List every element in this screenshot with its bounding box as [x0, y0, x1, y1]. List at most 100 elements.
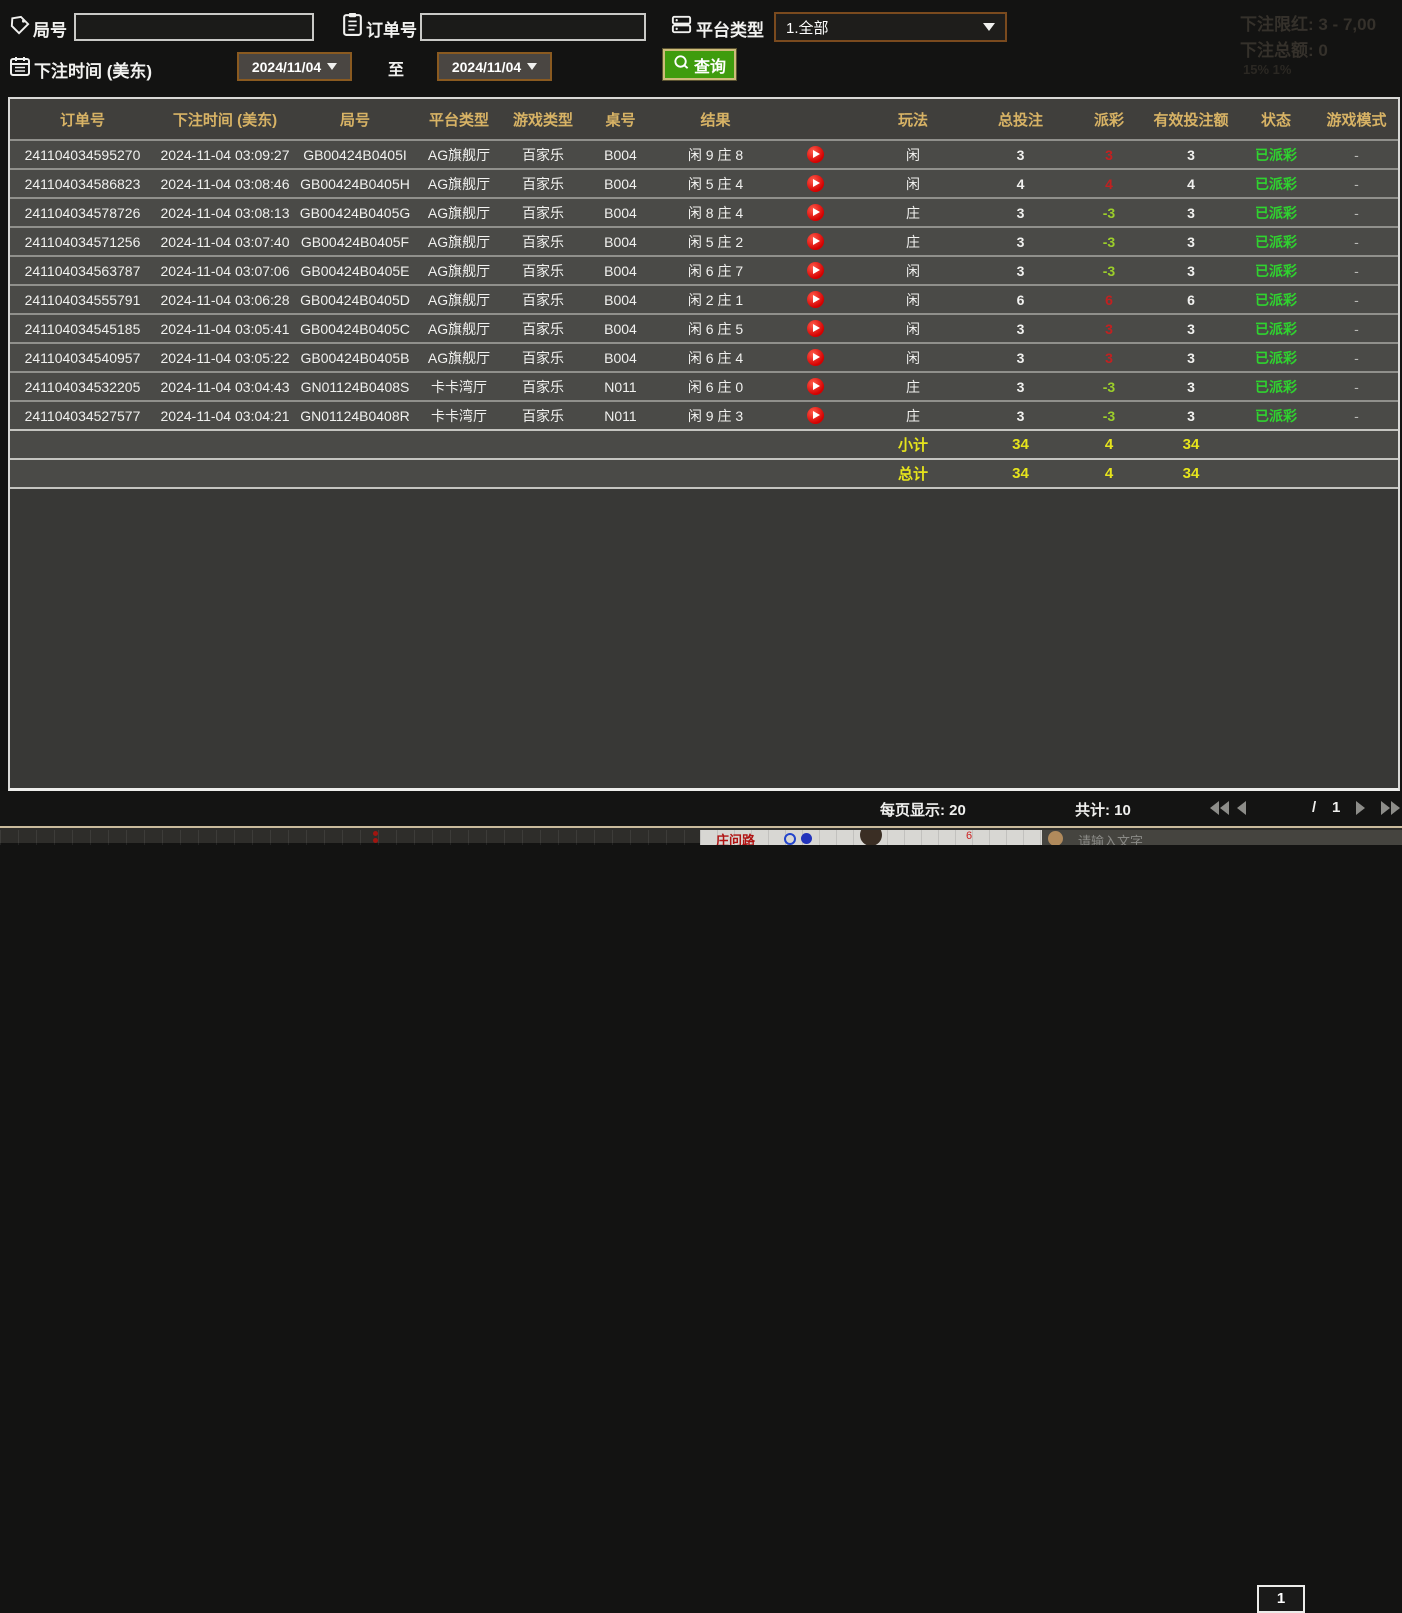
cell-valid-bet: 3 [1145, 314, 1237, 343]
subtotal-row: 小计34434 [10, 430, 1398, 459]
play-replay-icon[interactable] [807, 320, 824, 337]
cell-payout: -3 [1073, 372, 1145, 401]
play-replay-icon[interactable] [807, 407, 824, 424]
cell-replay [773, 343, 858, 372]
play-replay-icon[interactable] [807, 175, 824, 192]
column-header: 桌号 [583, 99, 658, 140]
column-header: 玩法 [858, 99, 968, 140]
play-replay-icon[interactable] [807, 349, 824, 366]
cell-table-no: N011 [583, 372, 658, 401]
road-number: 6 [966, 830, 972, 842]
cell-game-type: 百家乐 [503, 256, 583, 285]
play-replay-icon[interactable] [807, 291, 824, 308]
platform-type-label: 平台类型 [696, 16, 764, 41]
cell-platform: AG旗舰厅 [415, 227, 503, 256]
cell-game-type: 百家乐 [503, 314, 583, 343]
first-page-button[interactable] [1210, 801, 1229, 815]
cell-game-mode: - [1315, 343, 1398, 372]
pagination-bar: 每页显示: 20 共计: 10 1 / 1 [0, 791, 1402, 826]
query-button[interactable]: 查询 [663, 49, 736, 80]
play-replay-icon[interactable] [807, 204, 824, 221]
play-replay-icon[interactable] [807, 233, 824, 250]
cell-platform: 卡卡湾厅 [415, 372, 503, 401]
filter-bar: 局号 订单号 平台类型 1.全部 下注时间 (美东) 2024/11/04 至 … [0, 0, 1402, 92]
cell-total-bet: 3 [968, 372, 1073, 401]
cell-bet-type: 闲 [858, 256, 968, 285]
cell-platform: AG旗舰厅 [415, 140, 503, 169]
cell-bet-time: 2024-11-04 03:08:13 [155, 198, 295, 227]
cell-bet-time: 2024-11-04 03:07:06 [155, 256, 295, 285]
filled-circle-icon [801, 833, 812, 844]
cell-replay [773, 256, 858, 285]
cell-replay [773, 140, 858, 169]
cell-bet-time: 2024-11-04 03:07:40 [155, 227, 295, 256]
last-page-icon [1381, 801, 1390, 815]
platform-type-select[interactable]: 1.全部 [774, 12, 1007, 42]
platform-icon [670, 13, 693, 41]
cell-status: 已派彩 [1237, 314, 1315, 343]
current-page-input[interactable]: 1 [1257, 1585, 1305, 1613]
cell-replay [773, 372, 858, 401]
cell-result: 闲 6 庄 4 [658, 343, 773, 372]
table-header-row: 订单号下注时间 (美东)局号平台类型游戏类型桌号结果玩法总投注派彩有效投注额状态… [10, 99, 1398, 140]
play-replay-icon[interactable] [807, 262, 824, 279]
round-no-label: 局号 [33, 16, 67, 41]
play-replay-icon[interactable] [807, 378, 824, 395]
cell-payout: -3 [1073, 227, 1145, 256]
table-row: 2411040345637872024-11-04 03:07:06GB0042… [10, 256, 1398, 285]
chevron-down-icon [527, 63, 537, 70]
cell-game-mode: - [1315, 372, 1398, 401]
cell-platform: AG旗舰厅 [415, 169, 503, 198]
cell-round-no: GN01124B0408R [295, 401, 415, 430]
underlay-strip: 庄问路 6 请输入文字 [0, 826, 1402, 843]
bet-records-table: 订单号下注时间 (美东)局号平台类型游戏类型桌号结果玩法总投注派彩有效投注额状态… [8, 97, 1400, 791]
cell-game-type: 百家乐 [503, 343, 583, 372]
cell-table-no: B004 [583, 285, 658, 314]
cell-bet-time: 2024-11-04 03:08:46 [155, 169, 295, 198]
cell-bet-time: 2024-11-04 03:04:43 [155, 372, 295, 401]
cell-platform: AG旗舰厅 [415, 285, 503, 314]
cell-table-no: B004 [583, 169, 658, 198]
last-page-button[interactable] [1381, 801, 1400, 815]
cell-game-type: 百家乐 [503, 401, 583, 430]
play-replay-icon[interactable] [807, 146, 824, 163]
cell-result: 闲 6 庄 7 [658, 256, 773, 285]
round-no-input[interactable] [74, 13, 314, 41]
table-row: 2411040345952702024-11-04 03:09:27GB0042… [10, 140, 1398, 169]
next-page-button[interactable] [1356, 801, 1365, 815]
cell-table-no: N011 [583, 401, 658, 430]
tag-icon [8, 14, 31, 42]
cell-status: 已派彩 [1237, 198, 1315, 227]
cell-table-no: B004 [583, 140, 658, 169]
cell-replay [773, 227, 858, 256]
first-page-icon [1220, 801, 1229, 815]
order-no-input[interactable] [420, 13, 646, 41]
date-from-picker[interactable]: 2024/11/04 [237, 52, 352, 81]
cell-valid-bet: 3 [1145, 372, 1237, 401]
page-separator: / [1312, 799, 1316, 816]
cell-game-mode: - [1315, 140, 1398, 169]
cell-order-no: 241104034532205 [10, 372, 155, 401]
cell-platform: AG旗舰厅 [415, 314, 503, 343]
cell-round-no: GB00424B0405H [295, 169, 415, 198]
next-page-icon [1356, 801, 1365, 815]
cell-bet-type: 庄 [858, 372, 968, 401]
prev-page-button[interactable] [1237, 801, 1246, 815]
cell-replay [773, 314, 858, 343]
date-to-picker[interactable]: 2024/11/04 [437, 52, 552, 81]
cell-bet-time: 2024-11-04 03:09:27 [155, 140, 295, 169]
cell-result: 闲 6 庄 5 [658, 314, 773, 343]
cell-payout: -3 [1073, 198, 1145, 227]
cell-valid-bet: 3 [1145, 140, 1237, 169]
cell-valid-bet: 3 [1145, 401, 1237, 430]
column-header: 结果 [658, 99, 773, 140]
cell-payout: -3 [1073, 256, 1145, 285]
subtotal-spacer [10, 430, 858, 459]
cell-status: 已派彩 [1237, 285, 1315, 314]
cell-bet-time: 2024-11-04 03:04:21 [155, 401, 295, 430]
cell-result: 闲 5 庄 2 [658, 227, 773, 256]
cell-payout: -3 [1073, 401, 1145, 430]
total-pages-label: 1 [1332, 799, 1340, 816]
calendar-icon [8, 54, 32, 83]
cell-table-no: B004 [583, 227, 658, 256]
